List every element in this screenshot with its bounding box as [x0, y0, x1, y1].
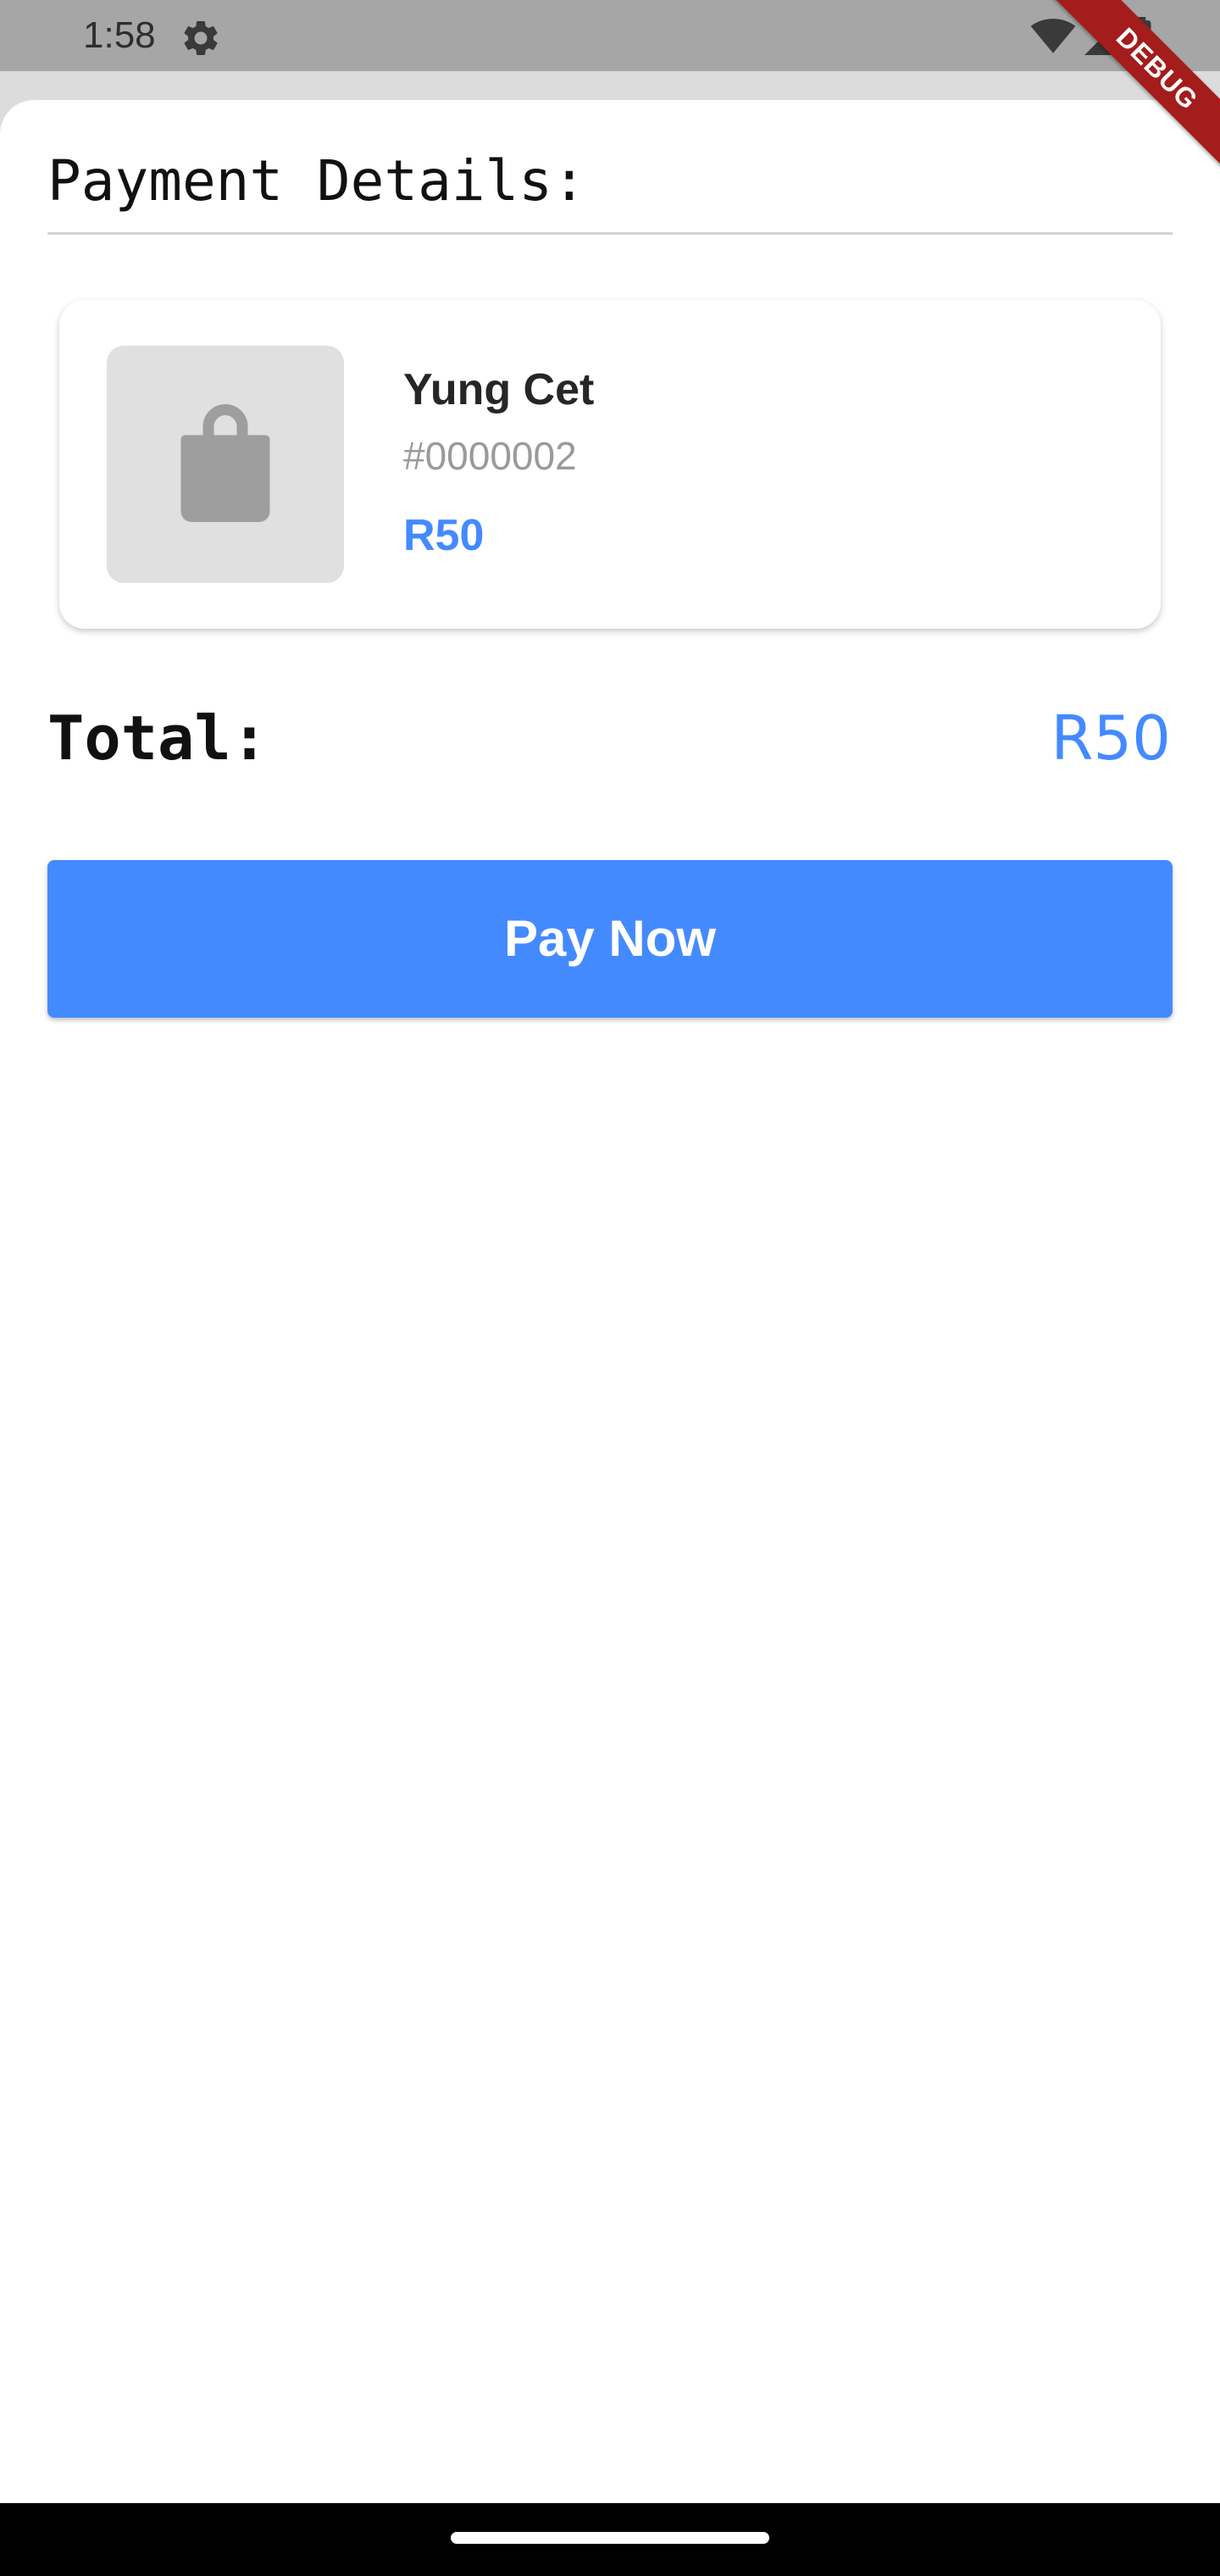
- status-time: 1:58: [83, 14, 156, 56]
- sheet-title: Payment Details:: [47, 148, 586, 214]
- total-label: Total:: [47, 702, 269, 774]
- payment-sheet: Payment Details: Yung Cet #0000002 R50 T…: [0, 100, 1220, 2503]
- settings-gear-icon: [180, 17, 222, 59]
- debug-banner: DEBUG: [1025, 0, 1220, 195]
- title-divider: [47, 232, 1173, 235]
- item-name: Yung Cet: [403, 365, 595, 414]
- pay-now-button[interactable]: Pay Now: [47, 860, 1173, 1018]
- debug-banner-label: DEBUG: [1039, 0, 1220, 187]
- system-nav-bar: [0, 2503, 1220, 2576]
- home-indicator[interactable]: [451, 2532, 769, 2544]
- item-price: R50: [403, 511, 485, 560]
- item-thumbnail: [107, 346, 344, 583]
- shopping-bag-icon: [175, 399, 276, 530]
- item-id: #0000002: [403, 434, 577, 478]
- order-item-card: Yung Cet #0000002 R50: [59, 300, 1161, 629]
- total-value: R50: [1051, 702, 1171, 774]
